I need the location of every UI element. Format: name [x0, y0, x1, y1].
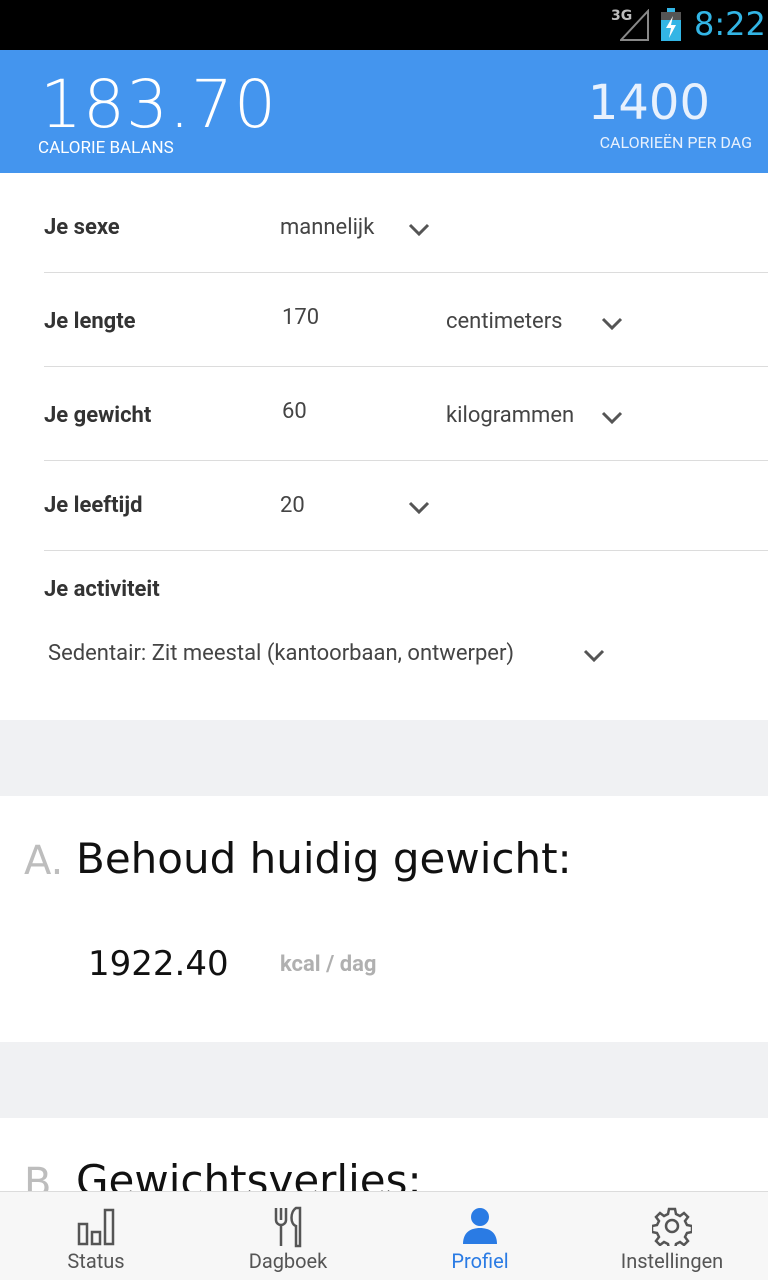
section-divider: [0, 720, 768, 796]
profile-form: Je sexe mannelijk Je lengte 170 centimet…: [0, 173, 768, 720]
bar-chart-icon: [77, 1208, 115, 1246]
status-bar: 3G 8:22: [0, 0, 768, 50]
nav-dagboek[interactable]: Dagboek: [192, 1192, 384, 1280]
activity-value: Sedentair: Zit meestal (kantoorbaan, ont…: [48, 641, 515, 666]
weight-row: Je gewicht 60 kilogrammen: [44, 367, 768, 461]
nav-profiel[interactable]: Profiel: [384, 1192, 576, 1280]
chevron-down-icon: [601, 411, 623, 425]
weight-input[interactable]: 60: [282, 399, 307, 424]
height-unit-dropdown[interactable]: centimeters: [444, 299, 634, 349]
weight-unit-value: kilogrammen: [446, 403, 575, 428]
age-dropdown[interactable]: 20: [280, 481, 440, 531]
weight-label: Je gewicht: [44, 403, 152, 428]
sex-row: Je sexe mannelijk: [44, 173, 768, 273]
weight-unit-dropdown[interactable]: kilogrammen: [444, 393, 634, 443]
calories-per-day-value: 1400: [587, 75, 710, 131]
calories-per-day-label: CALORIEËN PER DAG: [599, 133, 752, 152]
nav-instellingen-label: Instellingen: [620, 1249, 724, 1273]
signal-icon: [620, 9, 649, 41]
sex-label: Je sexe: [44, 215, 120, 240]
age-value: 20: [280, 493, 305, 518]
calorie-balance-label: CALORIE BALANS: [38, 138, 174, 158]
activity-dropdown[interactable]: Sedentair: Zit meestal (kantoorbaan, ont…: [44, 629, 624, 679]
height-label: Je lengte: [44, 309, 136, 334]
card-title: Behoud huidig gewicht:: [76, 834, 572, 883]
maintain-kcal-value: 1922.40: [88, 944, 229, 984]
weight-loss-card: B. Gewichtsverlies:: [0, 1118, 768, 1192]
gear-icon: [652, 1207, 692, 1246]
age-label: Je leeftijd: [44, 493, 143, 518]
card-letter: A.: [24, 838, 64, 884]
card-letter: B.: [24, 1160, 65, 1192]
clock: 8:22: [694, 5, 766, 43]
kcal-unit-label: kcal / dag: [280, 952, 377, 977]
height-row: Je lengte 170 centimeters: [44, 273, 768, 367]
nav-instellingen[interactable]: Instellingen: [576, 1192, 768, 1280]
activity-label: Je activiteit: [44, 577, 160, 602]
nav-status-label: Status: [67, 1249, 125, 1273]
chevron-down-icon: [601, 317, 623, 331]
chevron-down-icon: [408, 501, 430, 515]
height-unit-value: centimeters: [446, 309, 563, 334]
chevron-down-icon: [408, 223, 430, 237]
bottom-navigation: Status Dagboek Profiel Instellingen: [0, 1191, 768, 1280]
person-icon: [463, 1208, 497, 1244]
fork-knife-icon: [274, 1206, 302, 1248]
card-title: Gewichtsverlies:: [76, 1156, 422, 1192]
age-row: Je leeftijd 20: [44, 461, 768, 551]
calorie-header: 183.70 CALORIE BALANS 1400 CALORIEËN PER…: [0, 50, 768, 173]
nav-dagboek-label: Dagboek: [248, 1249, 328, 1273]
nav-profiel-label: Profiel: [451, 1249, 509, 1273]
maintain-weight-card: A. Behoud huidig gewicht: 1922.40 kcal /…: [0, 796, 768, 1042]
sex-dropdown[interactable]: mannelijk: [280, 203, 440, 253]
calorie-balance-value: 183.70: [40, 66, 277, 143]
height-input[interactable]: 170: [282, 305, 319, 330]
chevron-down-icon: [583, 649, 605, 663]
sex-value: mannelijk: [280, 215, 375, 240]
battery-charging-icon: [661, 8, 681, 41]
section-divider: [0, 1042, 768, 1118]
nav-status[interactable]: Status: [0, 1192, 192, 1280]
